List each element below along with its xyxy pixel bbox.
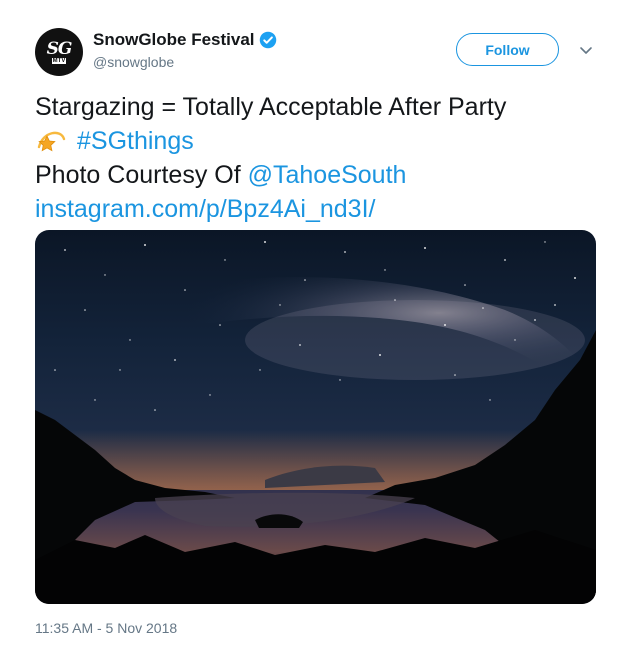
follow-button[interactable]: Follow [456, 33, 559, 66]
dizzy-star-emoji [37, 131, 66, 152]
chevron-down-icon[interactable] [578, 42, 594, 58]
url-link[interactable]: instagram.com/p/Bpz4Ai_nd3I/ [35, 192, 605, 226]
tweet-line-1: Stargazing = Totally Acceptable After Pa… [35, 93, 507, 121]
avatar-badge: MTV [51, 57, 67, 64]
night-sky-photo [35, 241, 596, 604]
author-handle[interactable]: @snowglobe [93, 54, 174, 70]
tweet-line-2: #SGthings [35, 124, 605, 158]
verified-badge-icon [259, 31, 276, 49]
hashtag-link[interactable]: #SGthings [77, 127, 194, 155]
tweet-text: Stargazing = Totally Acceptable After Pa… [35, 90, 605, 226]
author-name[interactable]: SnowGlobe Festival [93, 30, 255, 50]
credit-prefix: Photo Courtesy Of [35, 161, 248, 189]
tweet-photo[interactable] [35, 230, 596, 604]
avatar-logo-text: SG [46, 38, 73, 59]
tweet-line-3: Photo Courtesy Of @TahoeSouth [35, 158, 605, 192]
avatar[interactable]: SG MTV [35, 28, 83, 76]
tweet-timestamp[interactable]: 11:35 AM - 5 Nov 2018 [35, 620, 177, 636]
mention-link[interactable]: @TahoeSouth [248, 161, 407, 189]
author-name-row: SnowGlobe Festival [93, 30, 277, 50]
